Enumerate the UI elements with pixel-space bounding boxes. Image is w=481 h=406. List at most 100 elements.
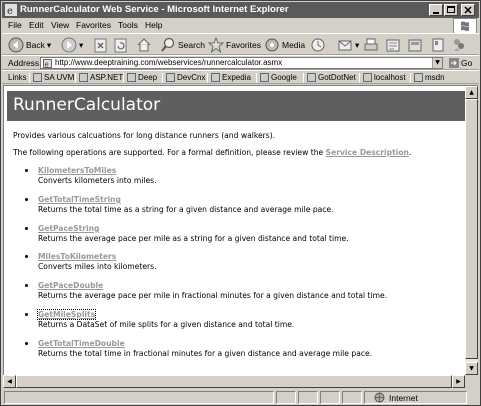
vertical-scrollbar[interactable]: ▲ ▼ xyxy=(465,85,478,375)
address-url[interactable]: http://www.deeptraining.com/webservices/… xyxy=(55,58,282,67)
status-text-panel xyxy=(4,391,274,404)
links-separator xyxy=(410,73,411,83)
operation-link-kilometers-to-miles[interactable]: KilometersToMiles xyxy=(38,166,116,175)
link-expedia[interactable]: Expedia xyxy=(211,73,251,82)
scroll-left-button[interactable]: ◀ xyxy=(3,375,16,388)
address-input[interactable]: e http://www.deeptraining.com/webservice… xyxy=(40,57,443,69)
link-deep[interactable]: Deep xyxy=(127,73,157,82)
page-icon xyxy=(127,73,136,82)
page-icon xyxy=(166,73,175,82)
page-icon xyxy=(33,73,42,82)
scroll-up-button[interactable]: ▲ xyxy=(465,86,478,99)
home-button[interactable] xyxy=(136,36,152,54)
link-sa-uvm[interactable]: SA UVM xyxy=(33,73,74,82)
history-button[interactable] xyxy=(310,36,326,54)
page-icon xyxy=(307,73,316,82)
operation-link-miles-to-kilometers[interactable]: MilesToKilometers xyxy=(38,252,116,261)
menu-view[interactable]: View xyxy=(51,20,69,30)
browser-window: e RunnerCalculator Web Service - Microso… xyxy=(0,0,481,406)
horizontal-scroll-thumb[interactable] xyxy=(16,375,452,388)
messenger-button[interactable] xyxy=(451,36,467,54)
bullet xyxy=(25,342,28,345)
page-icon xyxy=(363,73,372,82)
history-icon xyxy=(311,38,325,52)
link-msdn[interactable]: msdn xyxy=(414,73,445,82)
favorites-label: Favorites xyxy=(226,40,261,50)
page-content: RunnerCalculator Provides various calcua… xyxy=(3,85,465,375)
search-button[interactable]: Search xyxy=(160,36,205,54)
page-title: RunnerCalculator xyxy=(13,95,161,115)
menu-file[interactable]: File xyxy=(8,20,22,30)
favorites-button[interactable]: Favorites xyxy=(208,36,261,54)
mail-button[interactable]: ▾ xyxy=(337,36,359,54)
back-button[interactable]: Back ▾ xyxy=(8,36,51,54)
links-separator xyxy=(303,73,304,83)
link-devcnx[interactable]: DevCnx xyxy=(166,73,205,82)
operation-description: Converts kilometers into miles. xyxy=(38,176,157,185)
discuss-button[interactable] xyxy=(407,36,423,54)
scroll-right-button[interactable]: ▶ xyxy=(452,375,465,388)
forward-dropdown-icon[interactable]: ▾ xyxy=(79,40,83,51)
status-panel xyxy=(320,391,340,404)
stop-button[interactable] xyxy=(94,36,108,54)
address-dropdown-icon[interactable]: ▼ xyxy=(432,58,442,68)
research-button[interactable] xyxy=(430,36,446,54)
edit-icon xyxy=(386,39,400,52)
menu-help[interactable]: Help xyxy=(145,20,162,30)
media-button[interactable]: Media xyxy=(264,36,305,54)
svg-text:e: e xyxy=(7,6,13,16)
print-button[interactable] xyxy=(363,36,379,54)
mail-icon xyxy=(338,40,352,51)
print-icon xyxy=(364,38,378,51)
menu-edit[interactable]: Edit xyxy=(29,20,44,30)
operation-link-get-mile-splits[interactable]: GetMileSplits xyxy=(36,309,97,320)
link-gotdotnet[interactable]: GotDotNet xyxy=(307,73,356,82)
page-icon xyxy=(260,73,269,82)
operations-intro: The following operations are supported. … xyxy=(13,148,412,157)
link-asp-net[interactable]: ASP.NET xyxy=(79,73,123,82)
menu-favorites[interactable]: Favorites xyxy=(76,20,111,30)
back-dropdown-icon[interactable]: ▾ xyxy=(47,40,51,51)
operation-link-get-total-time-double[interactable]: GetTotalTimeDouble xyxy=(38,339,125,348)
menu-tools[interactable]: Tools xyxy=(118,20,138,30)
operation-link-get-pace-string[interactable]: GetPaceString xyxy=(38,224,99,233)
address-bar: Address e http://www.deeptraining.com/we… xyxy=(2,55,479,70)
media-label: Media xyxy=(282,40,306,50)
forward-button[interactable]: ▾ xyxy=(61,36,83,54)
horizontal-scrollbar[interactable]: ◀ ▶ xyxy=(3,375,465,388)
bullet xyxy=(25,255,28,258)
refresh-button[interactable] xyxy=(114,36,128,54)
mail-dropdown-icon[interactable]: ▾ xyxy=(355,40,359,51)
go-button[interactable]: Go xyxy=(449,58,472,68)
links-separator xyxy=(123,73,124,83)
link-localhost[interactable]: localhost xyxy=(363,73,406,82)
operation-link-get-total-time-string[interactable]: GetTotalTimeString xyxy=(38,195,121,204)
operation-link-get-pace-double[interactable]: GetPaceDouble xyxy=(38,281,103,290)
bullet xyxy=(25,284,28,287)
vertical-scroll-thumb[interactable] xyxy=(465,99,478,359)
operation-description: Converts miles into kilometers. xyxy=(38,262,157,271)
links-separator xyxy=(162,73,163,83)
back-label: Back xyxy=(26,40,45,50)
minimize-button[interactable] xyxy=(429,4,443,16)
favorites-star-icon xyxy=(208,37,224,53)
globe-icon xyxy=(374,392,385,403)
messenger-icon xyxy=(454,39,464,51)
scroll-down-button[interactable]: ▼ xyxy=(465,362,478,375)
close-button[interactable] xyxy=(461,4,475,16)
maximize-button[interactable] xyxy=(444,4,458,16)
status-bar: Internet xyxy=(2,390,479,405)
link-google[interactable]: Google xyxy=(260,73,297,82)
operation-description: Returns the average pace per mile in fra… xyxy=(38,291,388,300)
go-arrow-icon xyxy=(449,58,459,68)
links-separator xyxy=(29,73,30,83)
page-icon xyxy=(414,73,423,82)
links-separator xyxy=(207,73,208,83)
standard-toolbar: Back ▾ ▾ Search Favorites Media ▾ xyxy=(2,33,479,55)
page-icon xyxy=(79,73,88,82)
service-description-link[interactable]: Service Description xyxy=(326,148,409,157)
edit-button[interactable] xyxy=(385,36,401,54)
bullet xyxy=(25,313,28,316)
page-icon xyxy=(211,73,220,82)
search-icon xyxy=(161,37,175,52)
